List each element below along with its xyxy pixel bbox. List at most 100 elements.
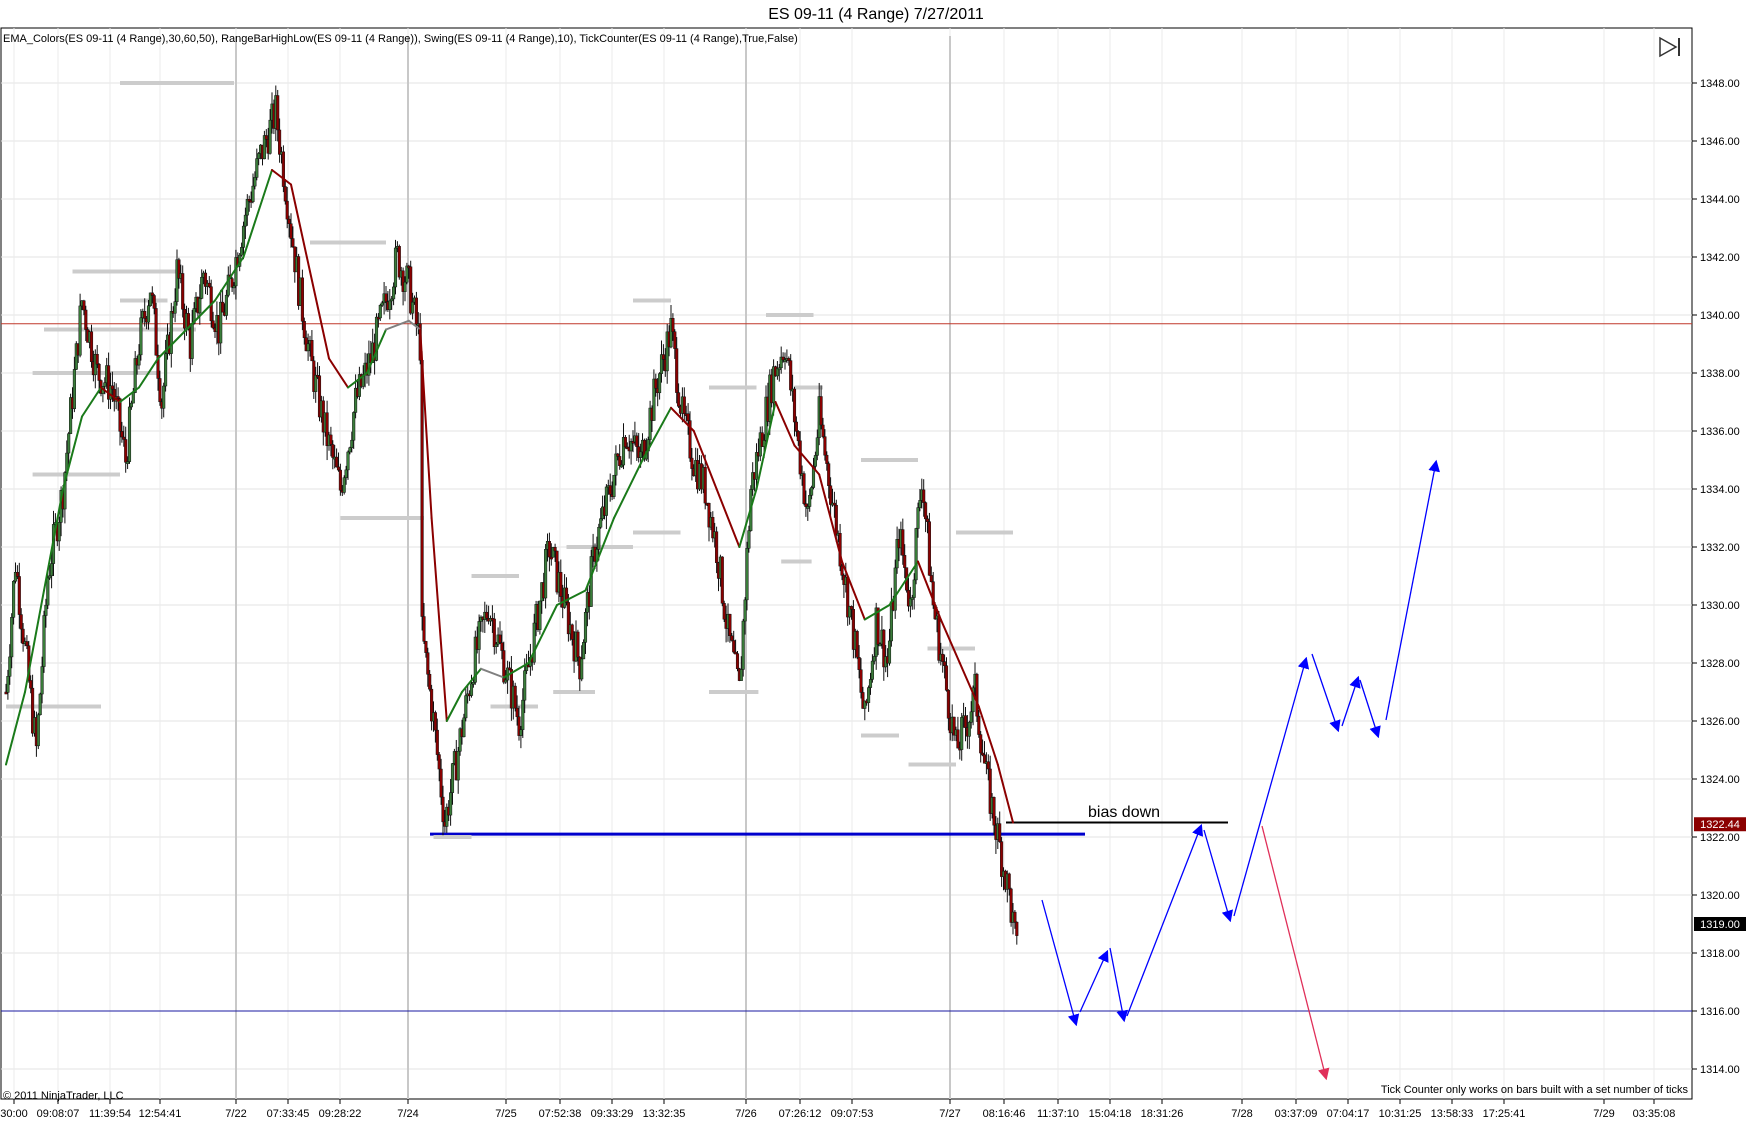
candle-body (253, 177, 257, 187)
x-tick-label: 03:37:09 (1275, 1108, 1318, 1120)
candle-body (570, 624, 574, 640)
copyright-text: © 2011 NinjaTrader, LLC (3, 1090, 124, 1102)
candle-body (477, 621, 481, 650)
last-price-badge: 1319.00 (1700, 919, 1740, 931)
candle-body (103, 382, 107, 387)
candle-body (428, 674, 432, 690)
candle-body (523, 670, 527, 701)
candle-body (521, 699, 525, 730)
x-tick-label: 15:04:18 (1089, 1108, 1132, 1120)
y-tick-label: 1344.00 (1700, 194, 1740, 206)
candle-body (677, 392, 681, 407)
candle-body (504, 679, 508, 683)
candle-body (872, 656, 876, 662)
candle-body (255, 158, 259, 178)
candle-body (547, 541, 551, 558)
candle-body (424, 641, 428, 653)
candle-body (331, 444, 335, 458)
candle-body (829, 485, 833, 505)
candle-body (823, 436, 827, 456)
candle-body (181, 273, 185, 310)
candle-body (979, 734, 983, 754)
candle-body (715, 531, 719, 564)
candle-body (403, 281, 407, 292)
candle-body (110, 385, 114, 390)
candle-body (281, 151, 285, 187)
candle-body (336, 466, 341, 471)
candle-body (943, 661, 947, 666)
candle-body (433, 712, 437, 731)
candle-body (604, 486, 608, 516)
candle-body (963, 715, 968, 728)
candle-body (1007, 873, 1011, 890)
candle-body (922, 489, 926, 503)
candle-body (553, 547, 557, 552)
candle-body (306, 343, 310, 352)
candle-body (67, 433, 71, 454)
candle-body (878, 643, 882, 647)
candle-body (200, 276, 204, 299)
candle-body (211, 320, 215, 329)
candle-body (441, 796, 445, 823)
candle-body (599, 518, 603, 528)
x-tick-label: 07:52:38 (539, 1108, 582, 1120)
candle-body (618, 456, 622, 466)
candle-body (127, 406, 132, 462)
y-tick-label: 1320.00 (1700, 890, 1740, 902)
candle-body (384, 293, 388, 302)
candle-body (910, 597, 914, 600)
candle-body (513, 685, 517, 709)
candle-body (126, 461, 130, 464)
candle-body (559, 572, 563, 597)
candle-body (89, 331, 94, 362)
candle-body (72, 369, 76, 410)
candle-body (348, 447, 352, 453)
candle-body (946, 690, 950, 719)
candle-body (1015, 921, 1019, 936)
x-tick-label: 03:35:08 (1633, 1108, 1676, 1120)
y-tick-label: 1316.00 (1700, 1006, 1740, 1018)
candle-body (975, 673, 979, 717)
y-tick-label: 1326.00 (1700, 716, 1740, 728)
candle-body (302, 321, 306, 338)
candle-body (12, 580, 16, 618)
y-tick-label: 1348.00 (1700, 78, 1740, 90)
candle-body (739, 669, 743, 681)
candle-body (84, 309, 88, 330)
candle-body (1013, 911, 1017, 923)
candle-body (264, 135, 268, 140)
candle-body (855, 631, 859, 658)
candle-body (682, 396, 686, 414)
candle-body (515, 707, 519, 718)
x-tick-label: 7/27 (939, 1108, 960, 1120)
candle-body (6, 676, 10, 693)
candle-body (808, 495, 812, 507)
candle-body (8, 656, 12, 677)
candle-body (414, 297, 418, 325)
candle-body (437, 754, 441, 770)
candle-body (589, 556, 593, 607)
candle-body (411, 301, 415, 314)
candle-body (164, 353, 168, 387)
candle-body (967, 722, 971, 737)
candle-body (78, 305, 82, 356)
candle-body (450, 763, 455, 793)
candle-body (813, 455, 817, 467)
price-chart[interactable]: ES 09-11 (4 Range) 7/27/2011 bias down 1… (0, 0, 1752, 1147)
candle-body (329, 434, 333, 445)
candle-body (38, 693, 42, 716)
candle-body (654, 378, 658, 389)
candle-body (743, 599, 747, 622)
candle-body (439, 768, 443, 798)
candle-body (754, 452, 759, 480)
candle-body (608, 485, 612, 495)
candle-body (735, 653, 740, 670)
candle-body (232, 285, 236, 289)
candle-body (741, 620, 745, 670)
candle-body (671, 318, 675, 332)
candle-body (792, 388, 797, 423)
candle-body (849, 606, 854, 610)
candle-body (137, 354, 141, 366)
x-tick-label: 7/24 (397, 1108, 418, 1120)
candle-body (50, 563, 54, 577)
